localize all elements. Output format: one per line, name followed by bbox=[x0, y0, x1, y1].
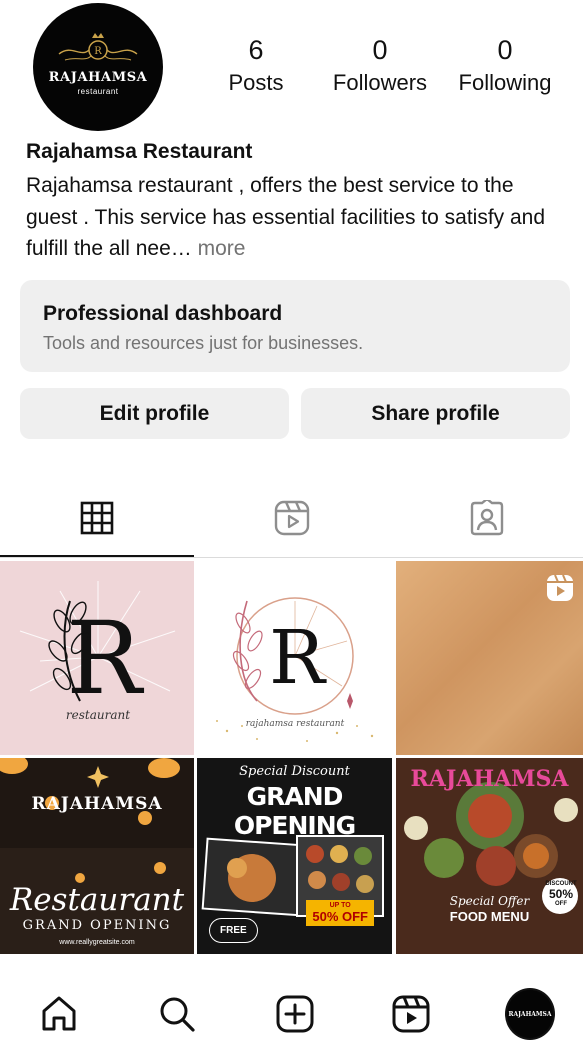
tab-divider bbox=[0, 557, 583, 558]
nav-avatar-text: RAJAHAMSA bbox=[508, 1010, 552, 1018]
nav-reels[interactable] bbox=[386, 986, 436, 1042]
profile-name: Rajahamsa Restaurant bbox=[26, 140, 253, 163]
nav-create[interactable] bbox=[270, 986, 320, 1042]
nav-search[interactable] bbox=[152, 986, 202, 1042]
tab-reels[interactable] bbox=[195, 496, 389, 540]
post1-caption: restaurant bbox=[66, 708, 130, 722]
reel-indicator-icon bbox=[547, 574, 573, 601]
profile-avatar: RAJAHAMSA bbox=[505, 988, 555, 1040]
post2-letter: R bbox=[269, 615, 327, 701]
professional-dashboard[interactable]: Professional dashboard Tools and resourc… bbox=[20, 280, 570, 372]
posts-stat[interactable]: 6 Posts bbox=[218, 34, 294, 98]
avatar-sub-text: restaurant bbox=[77, 87, 119, 96]
reels-icon bbox=[274, 500, 310, 536]
home-icon bbox=[42, 996, 76, 1031]
svg-text:R: R bbox=[66, 600, 144, 717]
nav-profile[interactable]: RAJAHAMSA bbox=[505, 986, 555, 1042]
post5-offer: 50% OFF bbox=[312, 909, 368, 924]
followers-label: Followers bbox=[332, 70, 428, 95]
dashboard-title: Professional dashboard bbox=[43, 302, 283, 325]
profile-bio: Rajahamsa restaurant , offers the best s… bbox=[26, 170, 566, 265]
post-thumbnail[interactable] bbox=[396, 561, 583, 755]
tab-tagged[interactable] bbox=[390, 496, 583, 540]
post5-free-badge: FREE bbox=[209, 918, 258, 943]
bio-more-link[interactable]: more bbox=[198, 237, 246, 260]
create-icon bbox=[276, 995, 314, 1033]
profile-avatar[interactable]: R RAJAHAMSA restaurant bbox=[33, 3, 163, 131]
letter-r-logo-image: R restaurant bbox=[19, 581, 176, 722]
post4-script: Restaurant bbox=[9, 882, 185, 918]
nav-home[interactable] bbox=[34, 986, 84, 1042]
post4-tag: GRAND OPENING bbox=[22, 918, 172, 933]
letter-r-circle-image: R rajahamsa restaurant bbox=[216, 597, 374, 742]
share-profile-button[interactable]: Share profile bbox=[301, 388, 570, 439]
post-thumbnail[interactable]: RAJAHAMSA DISCOUNT 50% OFF Special Offer… bbox=[396, 758, 583, 954]
following-count: 0 bbox=[497, 35, 513, 65]
bio-text: Rajahamsa restaurant , offers the best s… bbox=[26, 174, 546, 260]
post2-caption: rajahamsa restaurant bbox=[246, 719, 345, 729]
post4-title: RAJAHAMSA bbox=[31, 794, 163, 814]
avatar-brand-text: RAJAHAMSA bbox=[48, 70, 148, 85]
post-thumbnail[interactable]: R rajahamsa restaurant bbox=[197, 561, 392, 755]
dashboard-subtitle: Tools and resources just for businesses. bbox=[43, 333, 364, 353]
post5-offer-up: UP TO bbox=[329, 902, 351, 909]
post-thumbnail[interactable]: RAJAHAMSA Restaurant GRAND OPENING www.r… bbox=[0, 758, 194, 954]
tagged-icon bbox=[470, 500, 504, 536]
followers-count: 0 bbox=[372, 35, 388, 65]
tab-posts-grid[interactable] bbox=[0, 496, 194, 540]
post-thumbnail[interactable]: Special Discount GRAND OPENING UP TO 50%… bbox=[197, 758, 392, 954]
post-thumbnail[interactable]: R restaurant bbox=[0, 561, 194, 755]
post5-offer-badge: UP TO 50% OFF bbox=[306, 900, 374, 926]
posts-count: 6 bbox=[248, 35, 264, 65]
post6-special: Special Offer bbox=[449, 894, 530, 908]
edit-profile-button[interactable]: Edit profile bbox=[20, 388, 289, 439]
following-label: Following bbox=[458, 70, 552, 95]
following-stat[interactable]: 0 Following bbox=[452, 34, 558, 98]
post5-tagline: Special Discount bbox=[239, 764, 350, 779]
followers-stat[interactable]: 0 Followers bbox=[327, 34, 433, 98]
posts-label: Posts bbox=[228, 70, 284, 95]
svg-text:R: R bbox=[94, 46, 102, 57]
crown-crest-icon: R bbox=[58, 33, 138, 61]
post6-title: RAJAHAMSA bbox=[410, 766, 569, 792]
post4-site: www.reallygreatsite.com bbox=[59, 939, 135, 946]
search-icon bbox=[160, 997, 195, 1032]
post6-menu: FOOD MENU bbox=[449, 909, 530, 924]
grid-icon bbox=[80, 501, 114, 535]
reels-icon bbox=[392, 995, 430, 1033]
